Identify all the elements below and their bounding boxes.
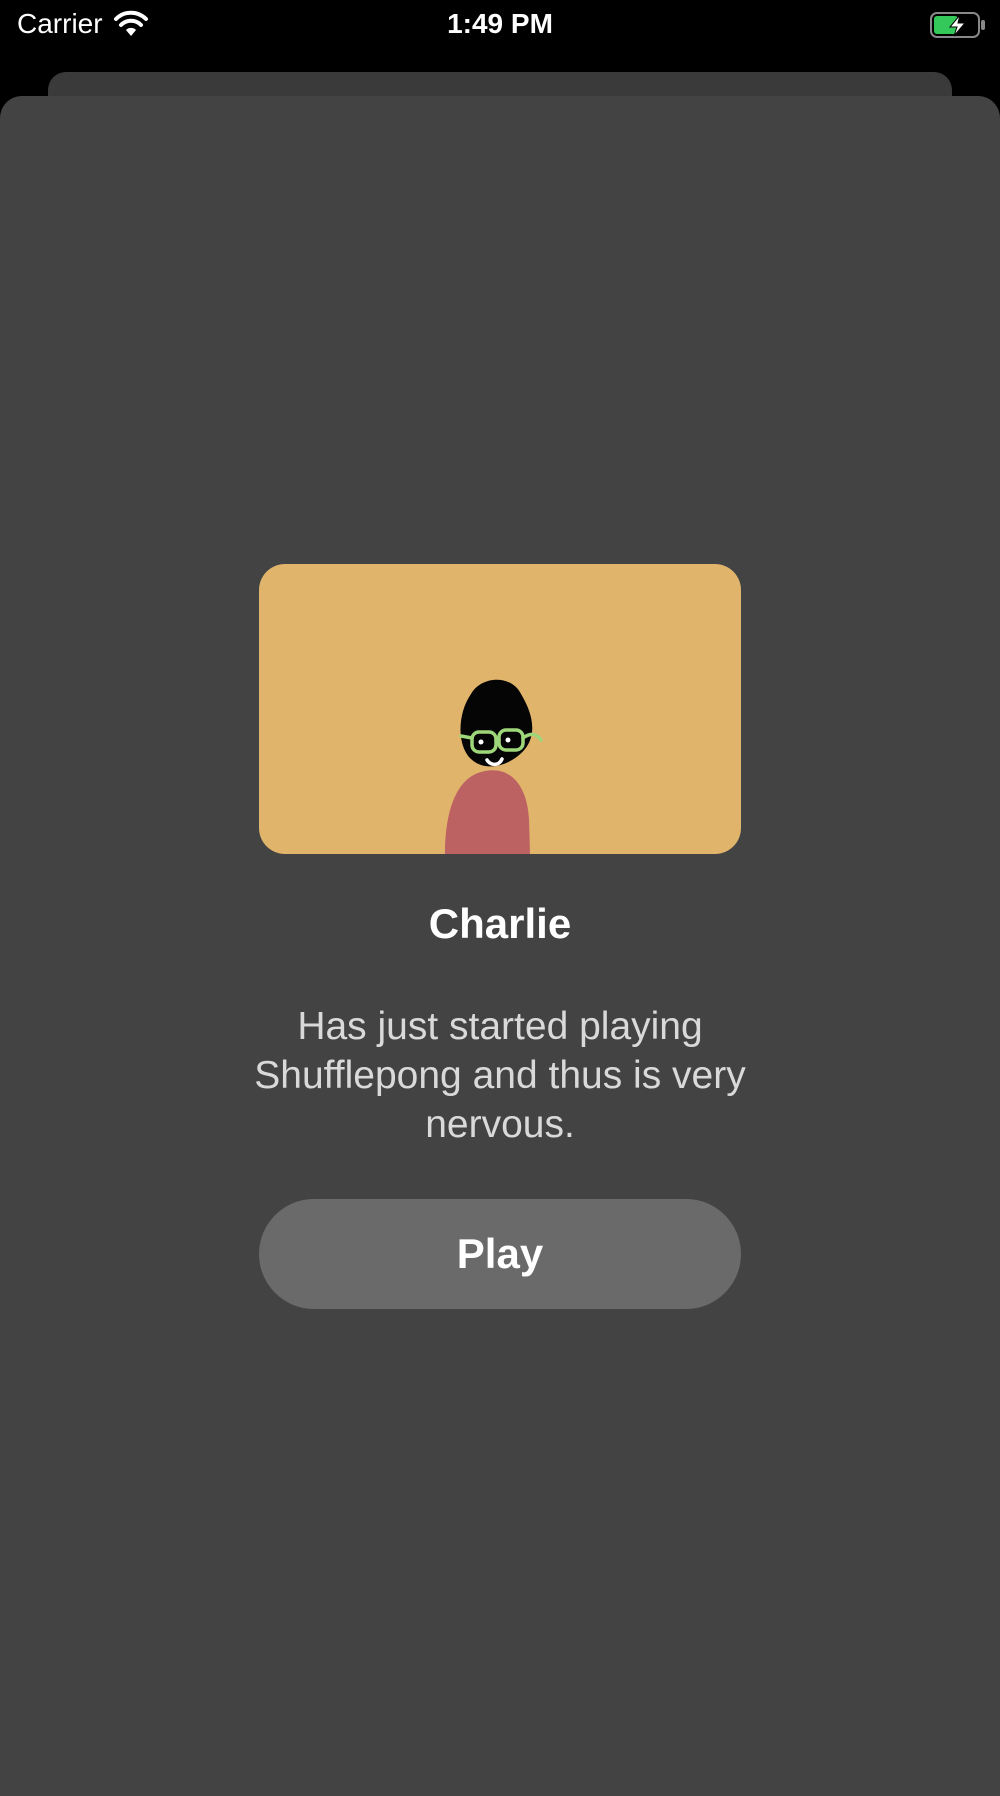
character-description: Has just started playing Shufflepong and… — [254, 1005, 746, 1146]
character-avatar — [445, 679, 543, 854]
battery-charging-icon — [930, 12, 985, 38]
clock: 1:49 PM — [447, 8, 553, 39]
character-name: Charlie — [428, 900, 572, 947]
character-illustration — [259, 564, 741, 854]
play-button[interactable]: Play — [259, 1199, 741, 1309]
status-bar: Carrier 1:49 PM — [0, 0, 1000, 52]
